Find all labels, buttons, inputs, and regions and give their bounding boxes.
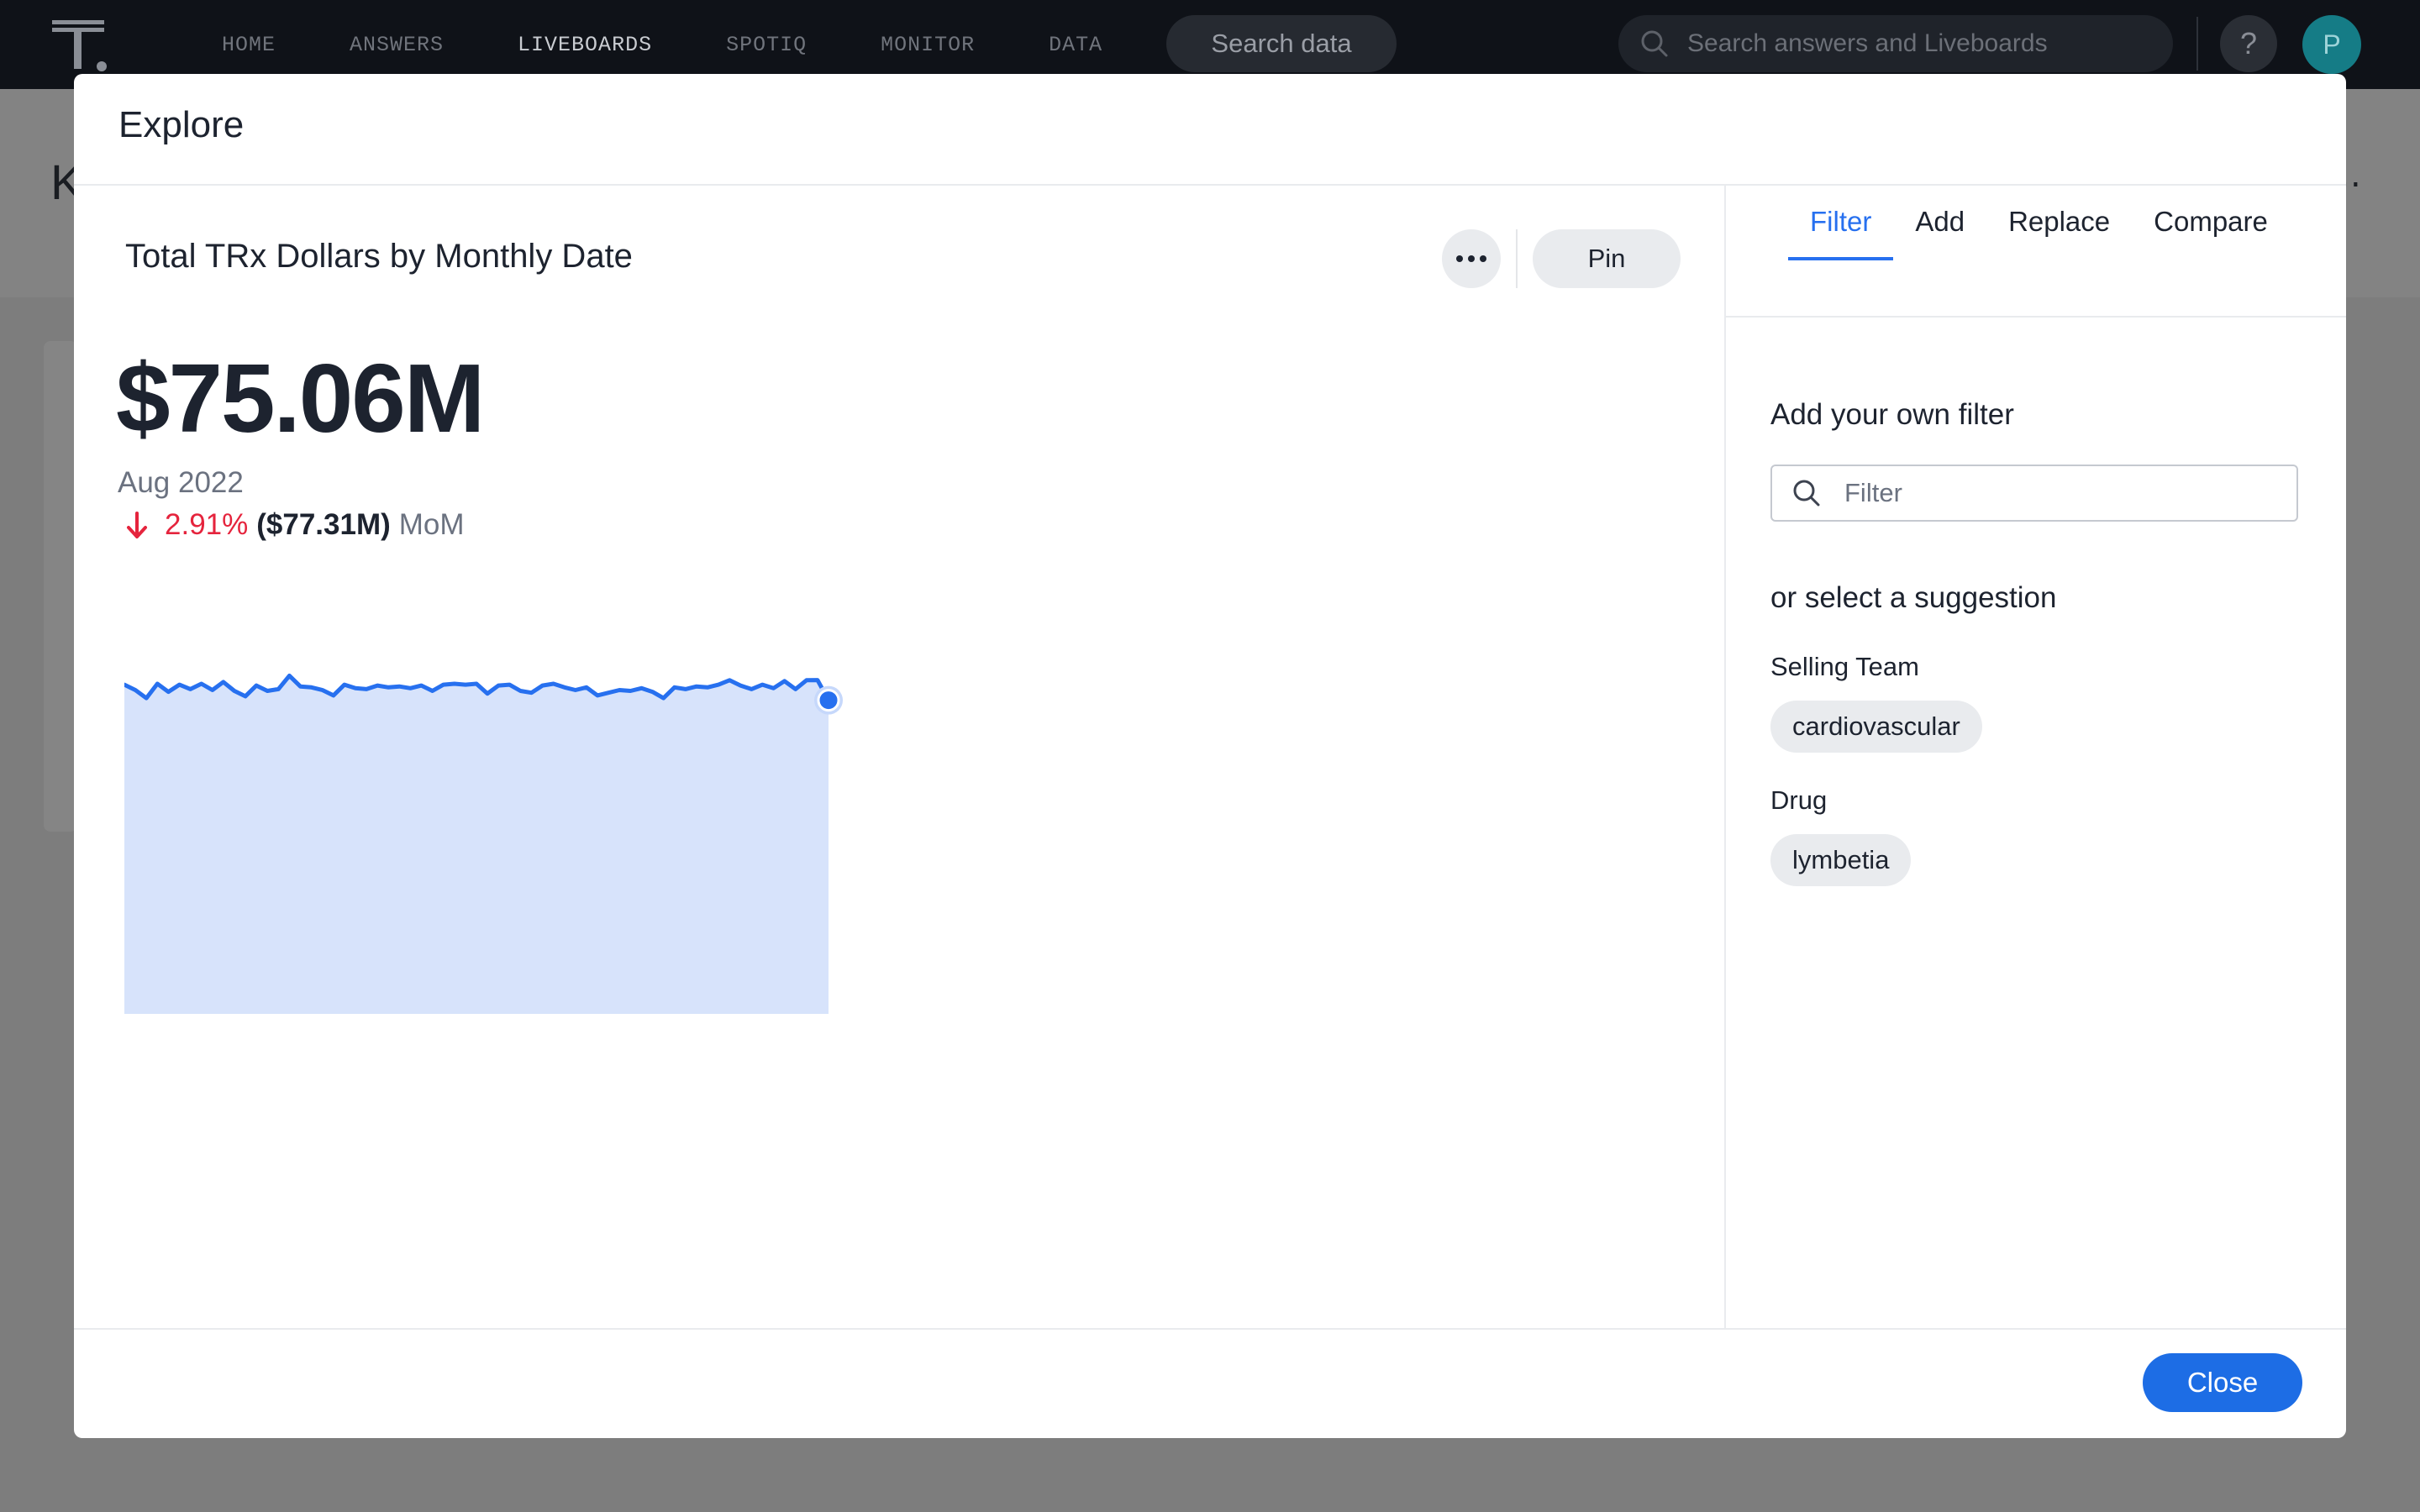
nav-item-answers[interactable]: ANSWERS — [350, 33, 444, 57]
search-answers-placeholder: Search answers and Liveboards — [1687, 29, 2048, 57]
tab-filter[interactable]: Filter — [1788, 200, 1894, 260]
nav-divider — [2196, 17, 2198, 71]
suggestion-heading: or select a suggestion — [1770, 581, 2057, 614]
search-icon — [1793, 480, 1820, 507]
suggestion-chip-lymbetia[interactable]: lymbetia — [1770, 834, 1912, 886]
nav-item-spotiq[interactable]: SPOTIQ — [726, 33, 807, 57]
toolbar-divider — [1516, 229, 1518, 288]
kpi-change-basis: MoM — [398, 508, 465, 541]
kpi-change-percent: 2.91% — [165, 508, 249, 541]
suggestion-label-selling-team: Selling Team — [1770, 652, 1919, 681]
visualization-pane: Total TRx Dollars by Monthly Date Pin $7… — [74, 186, 1724, 1328]
nav-item-monitor[interactable]: MONITOR — [881, 33, 975, 57]
help-button[interactable]: ? — [2220, 15, 2277, 72]
suggestion-label-drug: Drug — [1770, 785, 1828, 815]
filter-input[interactable] — [1843, 477, 2283, 509]
nav-item-data[interactable]: DATA — [1049, 33, 1102, 57]
explore-tabs: Filter Add Replace Compare — [1788, 200, 2290, 260]
filter-search-field[interactable] — [1770, 465, 2298, 522]
nav-item-liveboards[interactable]: LIVEBOARDS — [518, 33, 652, 57]
tab-compare[interactable]: Compare — [2132, 200, 2290, 260]
close-button[interactable]: Close — [2143, 1353, 2302, 1412]
search-data-button[interactable]: Search data — [1166, 15, 1397, 72]
more-options-button[interactable] — [1442, 229, 1501, 288]
search-answers-input[interactable]: Search answers and Liveboards — [1618, 15, 2173, 72]
kpi-value: $75.06M — [116, 344, 485, 453]
background-card — [44, 341, 77, 832]
tab-add[interactable]: Add — [1893, 200, 1986, 260]
kpi-sparkline-chart[interactable] — [124, 656, 931, 1027]
tabs-divider — [1726, 316, 2346, 318]
more-horizontal-icon — [1456, 255, 1486, 262]
modal-title: Explore — [118, 104, 245, 145]
kpi-previous-value: ($77.31M) — [256, 508, 391, 541]
suggestion-chip-cardiovascular[interactable]: cardiovascular — [1770, 701, 1982, 753]
pin-button[interactable]: Pin — [1533, 229, 1681, 288]
pane-divider — [1724, 186, 1726, 1328]
tab-replace[interactable]: Replace — [1986, 200, 2132, 260]
visualization-title: Total TRx Dollars by Monthly Date — [125, 238, 633, 275]
add-filter-heading: Add your own filter — [1770, 398, 2014, 431]
search-icon — [1641, 30, 1668, 57]
kpi-change: 2.91% ($77.31M) MoM — [124, 508, 465, 542]
explore-modal: Explore Total TRx Dollars by Monthly Dat… — [74, 74, 2346, 1438]
thoughtspot-logo-icon[interactable] — [52, 18, 109, 72]
sparkline-last-point[interactable] — [817, 689, 840, 712]
arrow-down-icon — [127, 512, 147, 538]
avatar[interactable]: P — [2302, 15, 2361, 74]
sparkline-area — [124, 675, 829, 1014]
modal-footer-divider — [74, 1328, 2346, 1330]
kpi-period: Aug 2022 — [118, 466, 244, 499]
nav-item-home[interactable]: HOME — [222, 33, 276, 57]
